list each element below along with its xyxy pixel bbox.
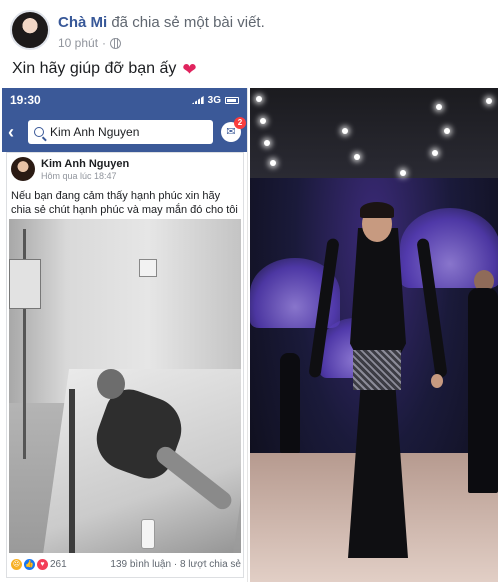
- water-bottle: [141, 519, 155, 549]
- phone-search-bar: ‹ Kim Anh Nguyen ✉ 2: [2, 112, 247, 152]
- reaction-count: 261: [50, 559, 67, 570]
- model-hand: [431, 374, 443, 388]
- stage-light: [264, 140, 270, 146]
- shared-author-avatar[interactable]: [11, 157, 35, 181]
- heart-icon: ❤: [182, 59, 197, 79]
- globe-icon[interactable]: [110, 37, 122, 49]
- post-header: Chà Mi đã chia sẻ một bài viết. 10 phút …: [8, 8, 488, 54]
- status-time: 19:30: [10, 93, 41, 107]
- status-indicators: 3G: [191, 94, 239, 106]
- shared-post-time: Hôm qua lúc 18:47: [41, 171, 117, 181]
- dot-separator: ·: [102, 36, 107, 50]
- stage-light: [444, 128, 450, 134]
- stage-light: [486, 98, 492, 104]
- love-reaction-icon: ♥: [37, 559, 48, 570]
- phone-screenshot-image[interactable]: 19:30 3G ‹ Kim Anh Nguyen ✉ 2 Kim Anh Ng…: [2, 88, 248, 582]
- search-icon: [34, 127, 44, 137]
- battery-icon: [225, 96, 239, 104]
- phone-status-bar: 19:30 3G: [2, 88, 247, 112]
- stage-light: [256, 96, 262, 102]
- caption-text: Xin hãy giúp đỡ bạn ấy: [12, 60, 177, 77]
- stage-light: [400, 170, 406, 176]
- stage-light: [342, 128, 348, 134]
- stage-light: [432, 150, 438, 156]
- like-reaction-icon: 👍: [24, 559, 35, 570]
- shared-author-name[interactable]: Kim Anh Nguyen: [41, 158, 129, 170]
- engagement-counts: 139 bình luận · 8 lượt chia sẻ: [110, 559, 241, 570]
- shared-post-stats: ☹ 👍 ♥ 261 139 bình luận · 8 lượt chia sẻ: [11, 559, 241, 570]
- sad-reaction-icon: ☹: [11, 559, 22, 570]
- stage-light: [354, 154, 360, 160]
- search-value: Kim Anh Nguyen: [50, 125, 140, 139]
- stats-separator: ·: [173, 559, 178, 570]
- medical-monitor: [9, 259, 41, 309]
- facebook-post: Chà Mi đã chia sẻ một bài viết. 10 phút …: [0, 0, 500, 588]
- signal-icon: [191, 96, 204, 104]
- network-label: 3G: [207, 94, 221, 106]
- back-arrow-icon[interactable]: ‹: [8, 122, 20, 143]
- hospital-bed-photo: [9, 219, 241, 553]
- background-model: [468, 288, 498, 493]
- runway-photo[interactable]: [250, 88, 498, 582]
- background-model: [280, 353, 300, 453]
- author-name-link[interactable]: Chà Mi: [58, 14, 107, 31]
- comments-count[interactable]: 139 bình luận: [110, 559, 171, 570]
- post-timestamp[interactable]: 10 phút: [58, 36, 98, 50]
- stage-ceiling: [250, 88, 498, 178]
- phone-search-input[interactable]: Kim Anh Nguyen: [28, 120, 213, 144]
- model-hair: [360, 202, 394, 218]
- reactions-summary[interactable]: ☹ 👍 ♥ 261: [11, 559, 67, 570]
- wall-outlet: [139, 259, 157, 277]
- author-line: Chà Mi đã chia sẻ một bài viết.: [58, 14, 265, 31]
- patient-head: [97, 369, 125, 399]
- stage-light: [260, 118, 266, 124]
- stage-light: [270, 160, 276, 166]
- messenger-badge: 2: [234, 117, 246, 129]
- shared-post-card: Kim Anh Nguyen Hôm qua lúc 18:47 Nếu bạn…: [6, 152, 244, 578]
- stage-light: [436, 104, 442, 110]
- post-caption: Xin hãy giúp đỡ bạn ấy ❤: [12, 60, 197, 78]
- post-meta: 10 phút ·: [58, 36, 122, 50]
- messenger-icon[interactable]: ✉ 2: [221, 117, 246, 142]
- model-beaded-belt: [353, 350, 401, 390]
- author-action-text: đã chia sẻ một bài viết.: [111, 14, 265, 31]
- shares-count[interactable]: 8 lượt chia sẻ: [180, 559, 241, 570]
- bed-rail: [69, 389, 75, 553]
- author-avatar[interactable]: [10, 10, 50, 50]
